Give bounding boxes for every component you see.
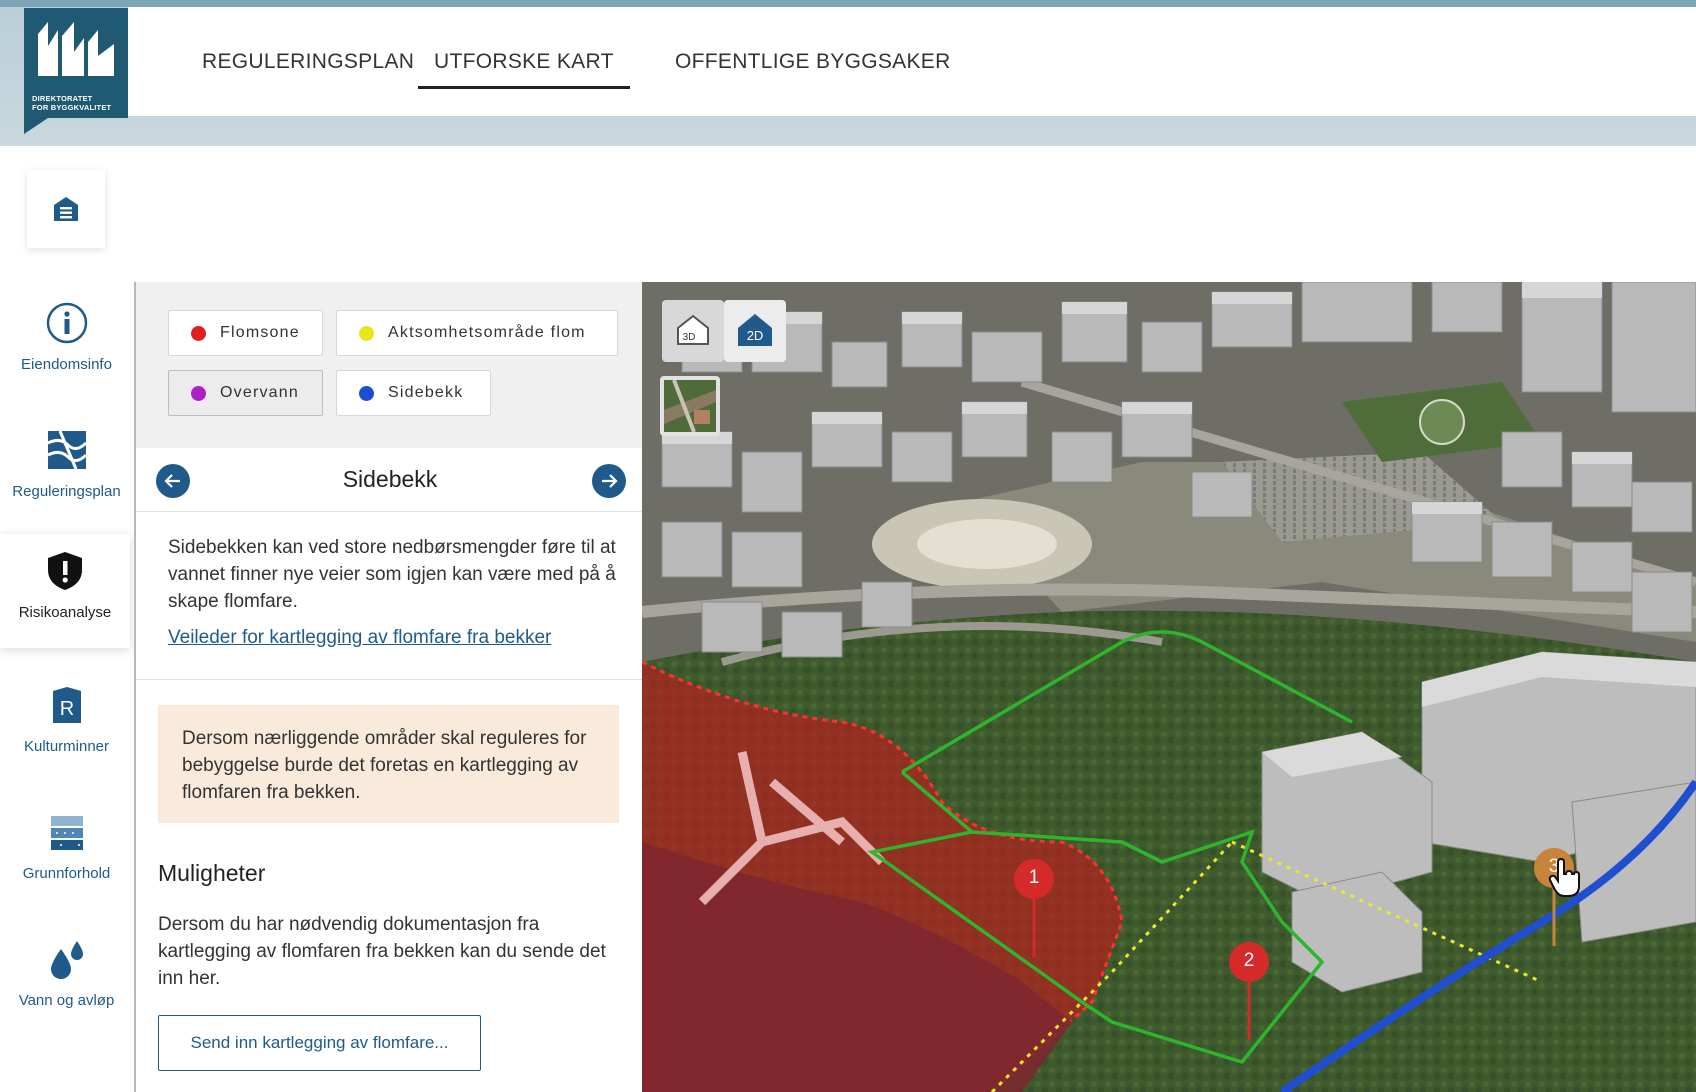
legend-label: Overvann xyxy=(220,384,299,401)
panel-header: Sidebekk xyxy=(136,448,642,512)
legend: Flomsone Aktsomhetsområde flom Overvann … xyxy=(136,282,642,448)
section-text: Dersom du har nødvendig dokumentasjon fr… xyxy=(158,914,606,989)
section-heading: Muligheter xyxy=(158,860,266,886)
btn-3d-label: 3D xyxy=(683,332,696,343)
view-2d-button[interactable]: 2D xyxy=(724,300,786,362)
guide-link[interactable]: Veileder for kartlegging av flomfare fra… xyxy=(168,627,551,649)
legend-chip-sidebekk[interactable]: Sidebekk xyxy=(336,370,491,416)
rail-label-kulturminner: Kulturminner xyxy=(23,738,110,755)
btn-2d-label: 2D xyxy=(747,328,764,343)
rail-item-risikoanalyse[interactable]: Risikoanalyse xyxy=(0,534,130,648)
legend-label: Aktsomhetsområde flom xyxy=(388,324,586,341)
map-pin-2[interactable]: 2 xyxy=(1227,940,1271,1044)
rail-label-vann-og-avlop: Vann og avløp xyxy=(18,992,115,1009)
house-2d-icon: 2D xyxy=(738,314,772,346)
logo-line-1: DIREKTORATET xyxy=(32,94,93,103)
nav-utforske-kart[interactable]: UTFORSKE KART xyxy=(418,50,630,89)
sidebekk-dot-icon xyxy=(359,385,374,401)
rail-item-kulturminner[interactable]: R Kulturminner xyxy=(0,668,133,780)
satellite-thumbnail-icon xyxy=(664,380,716,432)
rail-item-reguleringsplan[interactable]: Reguleringsplan xyxy=(0,413,133,525)
rail-item-grunnforhold[interactable]: Grunnforhold xyxy=(0,795,133,907)
logo-mark-icon xyxy=(38,22,114,76)
nav-offentlige-byggsaker[interactable]: OFFENTLIGE BYGGSAKER xyxy=(675,50,951,74)
logo[interactable]: DIREKTORATET FOR BYGGKVALITET xyxy=(24,8,128,118)
map-view[interactable]: 3D 2D 1 2 3 xyxy=(642,282,1696,1092)
rail-item-vann-og-avlop[interactable]: Vann og avløp xyxy=(0,922,133,1034)
next-button[interactable] xyxy=(592,464,626,498)
pin-label-1: 1 xyxy=(1028,867,1040,888)
legend-chip-overvann[interactable]: Overvann xyxy=(168,370,323,416)
panel-description: Sidebekken kan ved store nedbørsmengder … xyxy=(168,537,616,612)
zoning-map-icon xyxy=(44,427,90,473)
legend-label: Flomsone xyxy=(220,324,300,341)
previous-button[interactable] xyxy=(156,464,190,498)
view-3d-button[interactable]: 3D xyxy=(662,300,724,362)
house-3d-icon: 3D xyxy=(677,314,709,345)
legend-label: Sidebekk xyxy=(388,384,464,401)
notice-box: Dersom nærliggende områder skal regulere… xyxy=(158,705,619,823)
ground-layers-icon xyxy=(44,809,90,855)
arrow-left-icon xyxy=(164,474,180,488)
svg-text:R: R xyxy=(59,698,73,720)
rail-label-grunnforhold: Grunnforhold xyxy=(22,865,111,882)
submit-mapping-button[interactable]: Send inn kartlegging av flomfare... xyxy=(158,1015,481,1071)
info-panel: Flomsone Aktsomhetsområde flom Overvann … xyxy=(134,282,642,1092)
top-strip xyxy=(0,0,1696,7)
panel-title: Sidebekk xyxy=(342,466,438,492)
list-menu-icon xyxy=(54,197,78,221)
logo-tail xyxy=(24,118,48,134)
rail-item-eiendomsinfo[interactable]: Eiendomsinfo xyxy=(0,286,133,398)
shield-alert-icon xyxy=(42,548,88,594)
pin-label-2: 2 xyxy=(1243,950,1255,971)
legend-chip-aktsomhetsomrade[interactable]: Aktsomhetsområde flom xyxy=(336,310,618,356)
water-drops-icon xyxy=(44,936,90,982)
info-icon xyxy=(44,300,90,346)
rail-label-risikoanalyse: Risikoanalyse xyxy=(18,604,112,621)
overvann-dot-icon xyxy=(191,385,206,401)
rail-label-eiendomsinfo: Eiendomsinfo xyxy=(21,356,112,373)
hand-pointer-icon xyxy=(1548,858,1580,897)
map-pin-1[interactable]: 1 xyxy=(1012,857,1056,961)
list-menu-button[interactable] xyxy=(27,170,105,248)
basemap-toggle-button[interactable] xyxy=(660,376,720,436)
logo-text: DIREKTORATET FOR BYGGKVALITET xyxy=(32,94,124,112)
divider xyxy=(136,679,642,680)
flomsone-dot-icon xyxy=(191,325,206,341)
map-scene xyxy=(642,282,1696,1092)
logo-line-2: FOR BYGGKVALITET xyxy=(32,103,112,112)
nav-reguleringsplan[interactable]: REGULERINGSPLAN xyxy=(202,50,414,74)
heritage-icon: R xyxy=(44,682,90,728)
map-pin-3[interactable]: 3 xyxy=(1532,846,1580,950)
rail-label-reguleringsplan: Reguleringsplan xyxy=(12,483,121,500)
arrow-right-icon xyxy=(602,474,618,488)
legend-chip-flomsone[interactable]: Flomsone xyxy=(168,310,323,356)
aktsomhet-dot-icon xyxy=(359,325,374,341)
